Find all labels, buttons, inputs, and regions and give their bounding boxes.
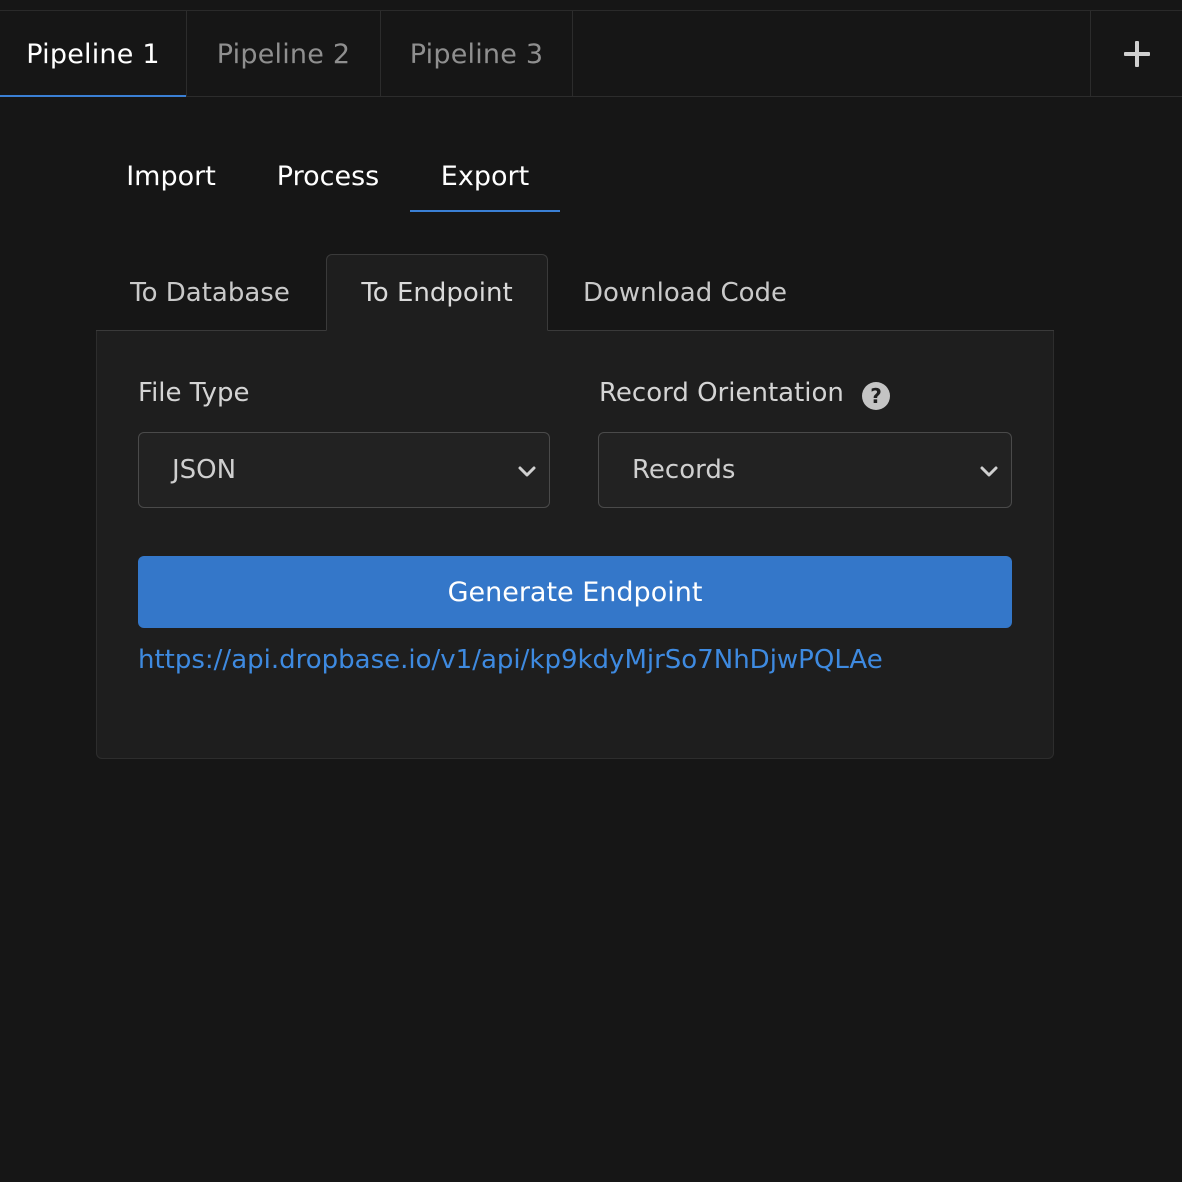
record-orientation-label: Record Orientation bbox=[599, 378, 844, 408]
generate-endpoint-label: Generate Endpoint bbox=[447, 576, 703, 608]
pipeline-tab-bar: Pipeline 1 Pipeline 2 Pipeline 3 bbox=[0, 11, 1182, 97]
tab-to-database-label: To Database bbox=[130, 277, 290, 308]
tab-pipeline-2[interactable]: Pipeline 2 bbox=[187, 11, 381, 97]
file-type-value: JSON bbox=[172, 455, 237, 485]
record-orientation-value: Records bbox=[632, 455, 736, 485]
tab-pipeline-3-label: Pipeline 3 bbox=[409, 38, 544, 70]
record-orientation-select[interactable]: Records bbox=[598, 432, 1012, 508]
endpoint-url-link[interactable]: https://api.dropbase.io/v1/api/kp9kdyMjr… bbox=[138, 645, 883, 675]
tab-pipeline-3[interactable]: Pipeline 3 bbox=[381, 11, 573, 97]
active-tab-indicator bbox=[0, 95, 186, 97]
file-type-select[interactable]: JSON bbox=[138, 432, 550, 508]
active-stage-indicator bbox=[410, 210, 560, 212]
tab-pipeline-2-label: Pipeline 2 bbox=[216, 38, 351, 70]
tab-process-label: Process bbox=[276, 160, 380, 192]
add-pipeline-button[interactable] bbox=[1090, 11, 1182, 97]
tab-process[interactable]: Process bbox=[256, 140, 400, 212]
chevron-down-icon bbox=[518, 466, 536, 477]
tab-to-endpoint[interactable]: To Endpoint bbox=[326, 254, 548, 331]
tab-import-label: Import bbox=[126, 160, 216, 192]
question-icon[interactable]: ? bbox=[862, 382, 890, 410]
tab-download-code[interactable]: Download Code bbox=[564, 254, 806, 331]
tab-pipeline-1[interactable]: Pipeline 1 bbox=[0, 11, 187, 97]
plus-icon bbox=[1123, 41, 1150, 67]
generate-endpoint-button[interactable]: Generate Endpoint bbox=[138, 556, 1012, 628]
tab-import[interactable]: Import bbox=[110, 140, 232, 212]
tab-export[interactable]: Export bbox=[410, 140, 560, 212]
tab-export-label: Export bbox=[440, 160, 530, 192]
tab-to-endpoint-label: To Endpoint bbox=[361, 277, 513, 308]
tab-to-database[interactable]: To Database bbox=[110, 254, 310, 331]
chevron-down-icon bbox=[980, 466, 998, 477]
tab-pipeline-1-label: Pipeline 1 bbox=[26, 38, 160, 70]
tab-download-code-label: Download Code bbox=[582, 277, 788, 308]
file-type-label: File Type bbox=[138, 378, 250, 408]
